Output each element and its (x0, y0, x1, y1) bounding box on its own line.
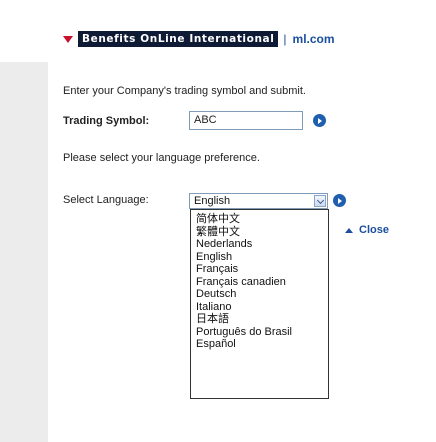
submit-language-button[interactable] (333, 194, 346, 207)
header-separator: | (283, 32, 287, 46)
select-language-label: Select Language: (63, 194, 149, 206)
language-option[interactable]: English (196, 251, 328, 264)
close-label: Close (359, 224, 389, 236)
language-option[interactable]: Deutsch (196, 288, 328, 301)
brand-arrow-icon (63, 36, 73, 43)
ml-com-link[interactable]: ml.com (293, 32, 335, 46)
language-option[interactable]: Français (196, 263, 328, 276)
language-option[interactable]: Español (196, 338, 328, 351)
language-dropdown-list: 简体中文 繁體中文 Nederlands English Français Fr… (190, 209, 329, 399)
language-option[interactable]: 简体中文 (196, 213, 328, 226)
language-option[interactable]: Português do Brasil (196, 326, 328, 339)
language-select[interactable]: English (189, 193, 328, 209)
trading-symbol-label: Trading Symbol: (63, 115, 150, 127)
language-option[interactable]: 日本語 (196, 313, 328, 326)
language-option[interactable]: Français canadien (196, 276, 328, 289)
trading-symbol-input[interactable]: ABC (189, 111, 303, 130)
brand: Benefits OnLine International | ml.com (63, 31, 335, 47)
triangle-up-icon (345, 227, 353, 233)
language-option[interactable]: Italiano (196, 301, 328, 314)
language-prompt: Please select your language preference. (63, 152, 260, 164)
header-bar: Benefits OnLine International | ml.com (0, 0, 436, 62)
intro-text: Enter your Company's trading symbol and … (63, 85, 306, 97)
chevron-down-icon[interactable] (314, 195, 326, 207)
submit-symbol-button[interactable] (313, 114, 326, 127)
language-option[interactable]: Nederlands (196, 238, 328, 251)
language-option[interactable]: 繁體中文 (196, 226, 328, 239)
brand-title[interactable]: Benefits OnLine International (78, 31, 279, 47)
language-selected-value: English (194, 195, 231, 207)
close-link[interactable]: Close (345, 224, 389, 236)
